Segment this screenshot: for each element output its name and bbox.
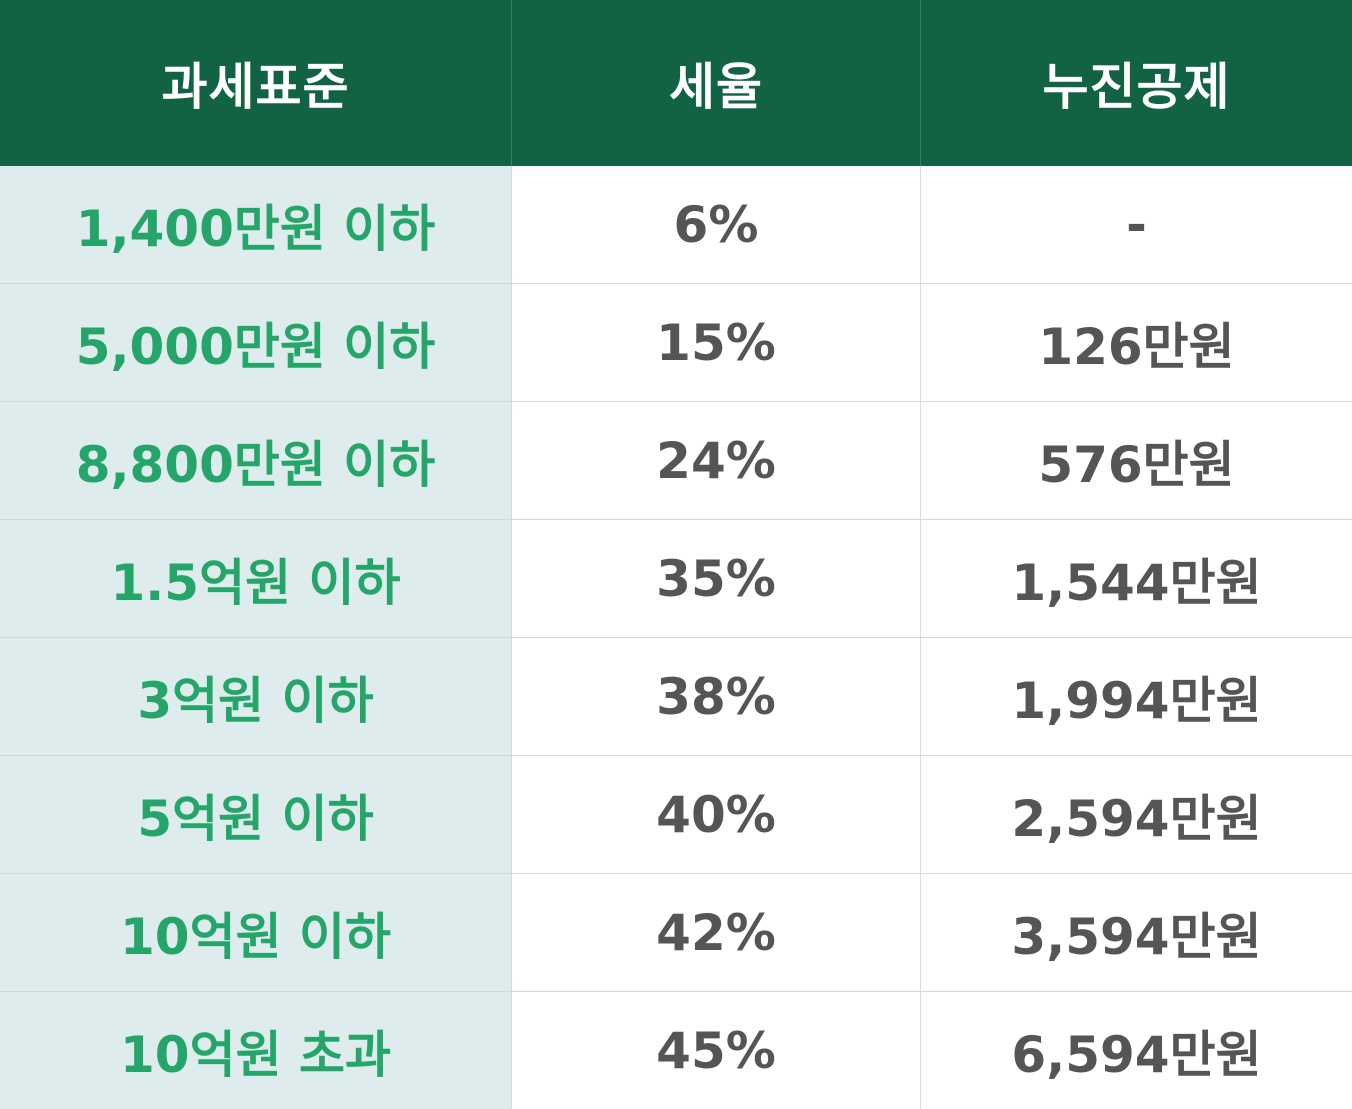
table-row: 1.5억원 이하 35% 1,544만원	[0, 519, 1352, 637]
deduction-cell: 126만원	[1038, 317, 1235, 376]
deduction-cell: 1,994만원	[1011, 671, 1262, 730]
table-header: 과세표준 세율 누진공제	[0, 0, 1352, 166]
tax-base-cell: 1,400만원 이하	[0, 166, 512, 283]
tax-rate-cell: 35%	[512, 520, 921, 637]
deduction-cell: 6,594만원	[1011, 1025, 1262, 1084]
tax-rate-cell: 38%	[512, 638, 921, 755]
table-row: 3억원 이하 38% 1,994만원	[0, 637, 1352, 755]
deduction-cell: 1,544만원	[1011, 553, 1262, 612]
table-row: 10억원 이하 42% 3,594만원	[0, 873, 1352, 991]
table-row: 10억원 초과 45% 6,594만원	[0, 991, 1352, 1109]
tax-rate-cell: 24%	[512, 402, 921, 519]
tax-rate-cell: 6%	[512, 166, 921, 283]
table-row: 5억원 이하 40% 2,594만원	[0, 755, 1352, 873]
tax-rate-cell: 40%	[512, 756, 921, 873]
header-tax-rate: 세율	[512, 0, 921, 166]
deduction-cell: 2,594만원	[1011, 789, 1262, 848]
tax-rate-cell: 15%	[512, 284, 921, 401]
tax-rate-cell: 42%	[512, 874, 921, 991]
tax-base-cell: 10억원 이하	[0, 874, 512, 991]
table-row: 8,800만원 이하 24% 576만원	[0, 401, 1352, 519]
table-row: 1,400만원 이하 6% -	[0, 166, 1352, 283]
tax-base-cell: 1.5억원 이하	[0, 520, 512, 637]
tax-base-cell: 5,000만원 이하	[0, 284, 512, 401]
deduction-cell: -	[1126, 195, 1147, 254]
tax-base-cell: 5억원 이하	[0, 756, 512, 873]
deduction-cell: 3,594만원	[1011, 907, 1262, 966]
deduction-cell: 576만원	[1038, 435, 1235, 494]
tax-base-cell: 8,800만원 이하	[0, 402, 512, 519]
tax-base-cell: 3억원 이하	[0, 638, 512, 755]
tax-rate-cell: 45%	[512, 992, 921, 1109]
table-row: 5,000만원 이하 15% 126만원	[0, 283, 1352, 401]
tax-rate-table: 과세표준 세율 누진공제 1,400만원 이하 6% - 5,000만원 이하 …	[0, 0, 1352, 1109]
tax-base-cell: 10억원 초과	[0, 992, 512, 1109]
header-progressive-deduction: 누진공제	[1042, 58, 1231, 116]
table-body: 1,400만원 이하 6% - 5,000만원 이하 15% 126만원 8,8…	[0, 166, 1352, 1109]
header-tax-base: 과세표준	[0, 0, 512, 166]
